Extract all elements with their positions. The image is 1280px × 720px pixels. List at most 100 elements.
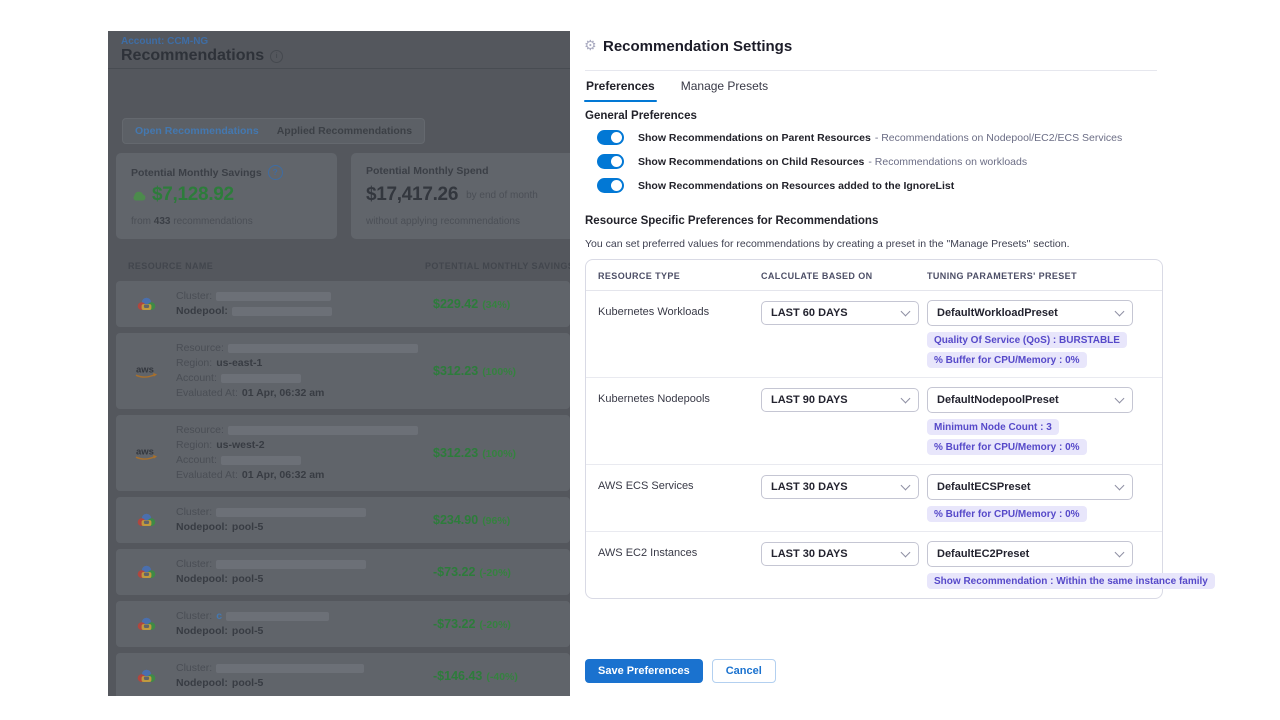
preferences-table-body: Kubernetes WorkloadsLAST 60 DAYSDefaultW… [586, 291, 1162, 598]
field-value: us-west-2 [216, 438, 264, 453]
resource-preferences-description: You can set preferred values for recomme… [585, 238, 1070, 250]
select-value: LAST 30 DAYS [771, 481, 848, 493]
recommendation-row[interactable]: Cluster:Nodepool:pool-5$234.90(96%) [116, 497, 570, 543]
select-value: DefaultWorkloadPreset [937, 307, 1058, 319]
toggle-switch[interactable] [597, 178, 624, 193]
field-label: Region: [176, 356, 212, 371]
col-resource-type: RESOURCE TYPE [598, 271, 761, 281]
field-value: 01 Apr, 06:32 am [242, 386, 325, 401]
preset-select[interactable]: DefaultEC2Preset [927, 541, 1133, 567]
select-value: DefaultNodepoolPreset [937, 394, 1059, 406]
preferences-table-header: RESOURCE TYPE CALCULATE BASED ON TUNING … [586, 260, 1162, 291]
gcp-icon [132, 616, 160, 633]
chevron-down-icon [901, 548, 911, 558]
preset-badges: % Buffer for CPU/Memory : 0% [927, 506, 1150, 522]
chevron-down-icon [901, 394, 911, 404]
settings-title: Recommendation Settings [603, 38, 792, 55]
gcp-icon [132, 296, 160, 313]
savings-amount: $312.23 [433, 364, 478, 378]
select-value: DefaultECSPreset [937, 481, 1031, 493]
preset-badge: Quality Of Service (QoS) : BURSTABLE [927, 332, 1127, 348]
tab-applied-recommendations[interactable]: Applied Recommendations [268, 125, 421, 137]
cancel-button[interactable]: Cancel [712, 659, 776, 683]
calculate-based-on-select[interactable]: LAST 90 DAYS [761, 388, 919, 412]
savings-percent: (96%) [482, 515, 510, 527]
preset-select[interactable]: DefaultWorkloadPreset [927, 300, 1133, 326]
calculate-based-on-select[interactable]: LAST 30 DAYS [761, 542, 919, 566]
general-preferences-toggles: Show Recommendations on Parent Resources… [597, 130, 1122, 202]
chevron-down-icon [901, 481, 911, 491]
spend-card-label: Potential Monthly Spend [366, 165, 489, 177]
recommendation-row[interactable]: aws Resource:Region:us-east-1Account:Eva… [116, 333, 570, 409]
col-tuning-preset: TUNING PARAMETERS' PRESET [927, 271, 1150, 281]
preset-select[interactable]: DefaultNodepoolPreset [927, 387, 1133, 413]
toggle-description: - Recommendations on Nodepool/EC2/ECS Se… [875, 132, 1122, 144]
resource-preferences-heading: Resource Specific Preferences for Recomm… [585, 215, 878, 227]
tab-open-recommendations[interactable]: Open Recommendations [126, 125, 268, 137]
recommendation-row[interactable]: Cluster:Nodepool:$229.42(34%) [116, 281, 570, 327]
recommendation-row[interactable]: Cluster:Nodepool:pool-5-$146.43(-40%) [116, 653, 570, 696]
gcp-icon [132, 512, 160, 529]
savings-cell: -$73.22(-20%) [433, 565, 511, 579]
gcp-icon [132, 564, 160, 581]
savings-amount: -$73.22 [433, 617, 475, 631]
field-link-value[interactable]: c [216, 609, 222, 624]
save-preferences-button[interactable]: Save Preferences [585, 659, 703, 683]
preset-column: DefaultECSPreset % Buffer for CPU/Memory … [927, 470, 1150, 522]
preference-toggle-row: Show Recommendations on Parent Resources… [597, 130, 1122, 145]
savings-cloud-icon [131, 190, 147, 201]
resource-detail-line: Nodepool:pool-5 [176, 520, 570, 535]
redacted-text [216, 560, 366, 569]
tab-preferences[interactable]: Preferences [586, 79, 655, 100]
toggle-switch[interactable] [597, 130, 624, 145]
info-icon[interactable]: i [270, 50, 283, 63]
chevron-down-icon [1115, 394, 1125, 404]
recommendation-row[interactable]: Cluster:cNodepool:pool-5-$73.22(-20%) [116, 601, 570, 647]
field-label: Nodepool: [176, 624, 228, 639]
resource-detail-line: Resource: [176, 423, 570, 438]
redacted-text [216, 664, 364, 673]
field-value: 01 Apr, 06:32 am [242, 468, 325, 483]
preset-select[interactable]: DefaultECSPreset [927, 474, 1133, 500]
recommendation-row[interactable]: Cluster:Nodepool:pool-5-$73.22(-20%) [116, 549, 570, 595]
svg-text:aws: aws [136, 365, 154, 376]
calculate-based-on-select[interactable]: LAST 30 DAYS [761, 475, 919, 499]
field-label: Evaluated At: [176, 386, 238, 401]
resource-type-label: AWS ECS Services [598, 470, 761, 522]
chevron-down-icon [901, 307, 911, 317]
preference-row: AWS EC2 InstancesLAST 30 DAYSDefaultEC2P… [586, 531, 1162, 598]
field-label: Nodepool: [176, 520, 228, 535]
tab-manage-presets[interactable]: Manage Presets [681, 79, 768, 100]
preset-column: DefaultNodepoolPresetMinimum Node Count … [927, 383, 1150, 455]
savings-percent: (-40%) [486, 671, 518, 683]
savings-amount: $229.42 [433, 297, 478, 311]
recommendation-count: 433 [154, 216, 171, 227]
resource-details: Cluster:Nodepool:pool-5 [176, 505, 570, 535]
savings-card-label: Potential Monthly Savings ? [131, 165, 283, 180]
savings-amount: -$146.43 [433, 669, 482, 683]
field-label: Nodepool: [176, 304, 228, 319]
field-label: Cluster: [176, 289, 212, 304]
calculate-column: LAST 30 DAYS [761, 537, 927, 589]
toggle-switch[interactable] [597, 154, 624, 169]
account-breadcrumb[interactable]: Account: CCM-NG [121, 36, 208, 47]
field-label: Evaluated At: [176, 468, 238, 483]
savings-subtext: from 433 recommendations [131, 216, 253, 227]
gear-icon: ⚙ [584, 39, 597, 53]
field-label: Cluster: [176, 557, 212, 572]
preset-column: DefaultEC2PresetShow Recommendation : Wi… [927, 537, 1215, 589]
toggle-label: Show Recommendations on Resources added … [638, 180, 954, 192]
field-label: Nodepool: [176, 676, 228, 691]
resource-detail-line: Cluster: [176, 289, 570, 304]
calculate-column: LAST 60 DAYS [761, 296, 927, 368]
help-icon[interactable]: ? [268, 165, 283, 180]
calculate-based-on-select[interactable]: LAST 60 DAYS [761, 301, 919, 325]
recommendation-row[interactable]: aws Resource:Region:us-west-2Account:Eva… [116, 415, 570, 491]
potential-monthly-savings-card: Potential Monthly Savings ? $7,128.92 fr… [116, 153, 337, 239]
preference-toggle-row: Show Recommendations on Resources added … [597, 178, 1122, 193]
gcp-cloud-icon [136, 512, 157, 529]
redacted-text [228, 426, 418, 435]
title-divider [585, 70, 1157, 71]
redacted-text [228, 344, 418, 353]
column-header-resource-name: RESOURCE NAME [128, 261, 213, 271]
